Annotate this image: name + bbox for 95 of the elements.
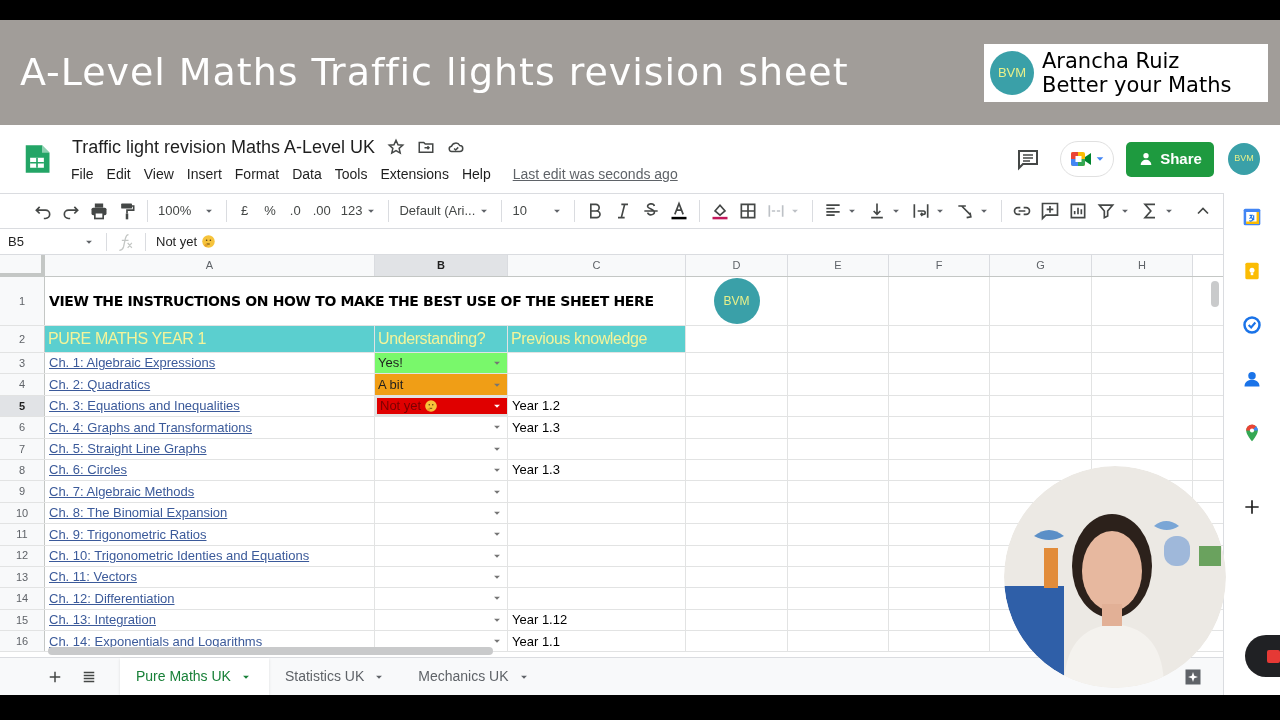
percent-button[interactable]: %	[260, 201, 280, 221]
plus-icon[interactable]	[1242, 497, 1262, 517]
sheet-tab[interactable]: Statistics UK	[268, 658, 403, 695]
dropdown-cell[interactable]: A bit	[375, 374, 508, 395]
menu-item[interactable]: Extensions	[375, 163, 454, 185]
borders-icon[interactable]	[738, 201, 759, 221]
dropdown-cell[interactable]: Yes!	[375, 353, 508, 374]
row-header[interactable]: 5	[0, 395, 45, 417]
banner-title: A-Level Maths Traffic lights revision sheet	[20, 49, 849, 96]
logo-text: Better your Maths	[1042, 72, 1232, 97]
column-heading: PURE MATHS YEAR 1	[45, 326, 375, 352]
text-wrap-icon[interactable]	[911, 201, 932, 221]
chapter-link[interactable]: Ch. 7: Algebraic Methods	[49, 481, 195, 502]
sheet-tab[interactable]: Pure Maths UK	[120, 658, 269, 695]
fill-color-icon[interactable]	[710, 201, 731, 221]
column-header[interactable]: D	[686, 255, 788, 276]
row-header[interactable]: 3	[0, 353, 45, 374]
menu-item[interactable]: Insert	[181, 163, 227, 185]
task-icon[interactable]	[1242, 315, 1262, 335]
chapter-link[interactable]: Ch. 3: Equations and Inequalities	[49, 396, 240, 416]
vertical-scrollbar[interactable]	[1211, 281, 1219, 307]
person-icon[interactable]	[1242, 369, 1262, 389]
chart-icon[interactable]	[1068, 201, 1089, 221]
filter-icon[interactable]	[1096, 201, 1117, 221]
menu-item[interactable]: Edit	[101, 163, 136, 185]
row-header[interactable]: 6	[0, 417, 45, 438]
column-header[interactable]: B	[375, 255, 508, 276]
chapter-link[interactable]: Ch. 13: Integration	[49, 610, 156, 630]
star-icon[interactable]	[387, 138, 406, 156]
calendar-icon[interactable]	[1242, 207, 1262, 227]
sheet-tab[interactable]: Mechanics UK	[402, 658, 547, 695]
chapter-link[interactable]: Ch. 1: Algebraic Expressions	[49, 353, 216, 373]
row-header[interactable]: 1	[0, 277, 45, 325]
increase-decimals-button[interactable]: .00	[310, 201, 333, 221]
row-header[interactable]: 7	[0, 438, 45, 459]
row-header[interactable]: 14	[0, 588, 45, 609]
currency-button[interactable]: £	[237, 201, 253, 221]
print-icon[interactable]	[89, 201, 109, 221]
chapter-link[interactable]: Ch. 2: Quadratics	[49, 374, 151, 395]
decrease-decimals-button[interactable]: .0	[287, 201, 303, 221]
document-title[interactable]: Traffic light revision Maths A-Level UK	[72, 133, 376, 161]
menu-item[interactable]: Format	[229, 163, 285, 185]
menu-item[interactable]: View	[138, 163, 179, 185]
row-header[interactable]: 10	[0, 502, 45, 524]
menu-item[interactable]: Data	[287, 163, 327, 185]
column-header[interactable]: G	[990, 255, 1092, 276]
formula-input[interactable]: Not yet	[156, 231, 217, 252]
share-button[interactable]: Share	[1126, 141, 1214, 177]
last-edit-link[interactable]: Last edit was seconds ago	[512, 163, 678, 185]
column-header[interactable]: F	[889, 255, 990, 276]
menu-item[interactable]: File	[66, 163, 99, 185]
chapter-link[interactable]: Ch. 5: Straight Line Graphs	[49, 439, 207, 459]
row-header[interactable]: 9	[0, 481, 45, 502]
column-header[interactable]: C	[508, 255, 686, 276]
column-header[interactable]: A	[45, 255, 375, 276]
row-header[interactable]: 12	[0, 545, 45, 566]
logo-badge: BVM	[990, 50, 1034, 95]
chapter-link[interactable]: Ch. 14: Exponentials and Logarithms	[49, 631, 263, 651]
menu-item[interactable]: Help	[456, 163, 496, 185]
row-header[interactable]: 2	[0, 326, 45, 352]
table-cell-text: Year 1.3	[512, 461, 560, 480]
instructions-link[interactable]: VIEW THE INSTRUCTIONS ON HOW TO MAKE THE BEST USE OF THE SHEET HERE	[49, 290, 654, 312]
name-box[interactable]: B5	[0, 231, 100, 252]
menu-item[interactable]: Tools	[329, 163, 373, 185]
row-header[interactable]: 8	[0, 459, 45, 481]
comment-icon[interactable]	[1016, 147, 1040, 171]
column-header[interactable]: H	[1092, 255, 1193, 276]
chapter-link[interactable]: Ch. 12: Differentiation	[49, 588, 175, 609]
number-format-button[interactable]: 123	[340, 201, 363, 221]
text-color-icon[interactable]	[669, 201, 690, 221]
chapter-link[interactable]: Ch. 10: Trigonometric Identies and Equations	[49, 545, 310, 566]
table-cell-text: Year 1.3	[512, 418, 560, 437]
chapter-link[interactable]: Ch. 9: Trigonometric Ratios	[49, 524, 207, 545]
add-comment-icon[interactable]	[1040, 201, 1061, 221]
row-header[interactable]: 13	[0, 566, 45, 588]
table-cell-text: Year 1.12	[512, 611, 568, 630]
table-cell-text: Year 1.1	[512, 632, 560, 651]
zoom-dropdown[interactable]: 100%	[158, 201, 216, 221]
column-header[interactable]: E	[788, 255, 889, 276]
chapter-link[interactable]: Ch. 8: The Binomial Expansion	[49, 503, 228, 523]
chapter-link[interactable]: Ch. 4: Graphs and Transformations	[49, 417, 253, 438]
row-header[interactable]: 11	[0, 524, 45, 545]
column-heading: Understanding?	[375, 326, 508, 352]
logo-text: Arancha Ruiz	[1042, 48, 1181, 73]
column-heading: Previous knowledge	[508, 326, 686, 352]
chapter-link[interactable]: Ch. 11: Vectors	[49, 567, 137, 587]
font-dropdown[interactable]: Default (Ari...	[399, 201, 492, 221]
table-cell-text: Year 1.2	[512, 397, 560, 416]
row-header[interactable]: 15	[0, 609, 45, 631]
chapter-link[interactable]: Ch. 6: Circles	[49, 460, 128, 480]
row-header[interactable]: 4	[0, 374, 45, 395]
horizontal-scrollbar[interactable]	[48, 647, 493, 655]
row-header[interactable]: 16	[0, 631, 45, 652]
logo-badge: BVM	[713, 278, 760, 324]
font-size-dropdown[interactable]: 10	[512, 201, 565, 221]
